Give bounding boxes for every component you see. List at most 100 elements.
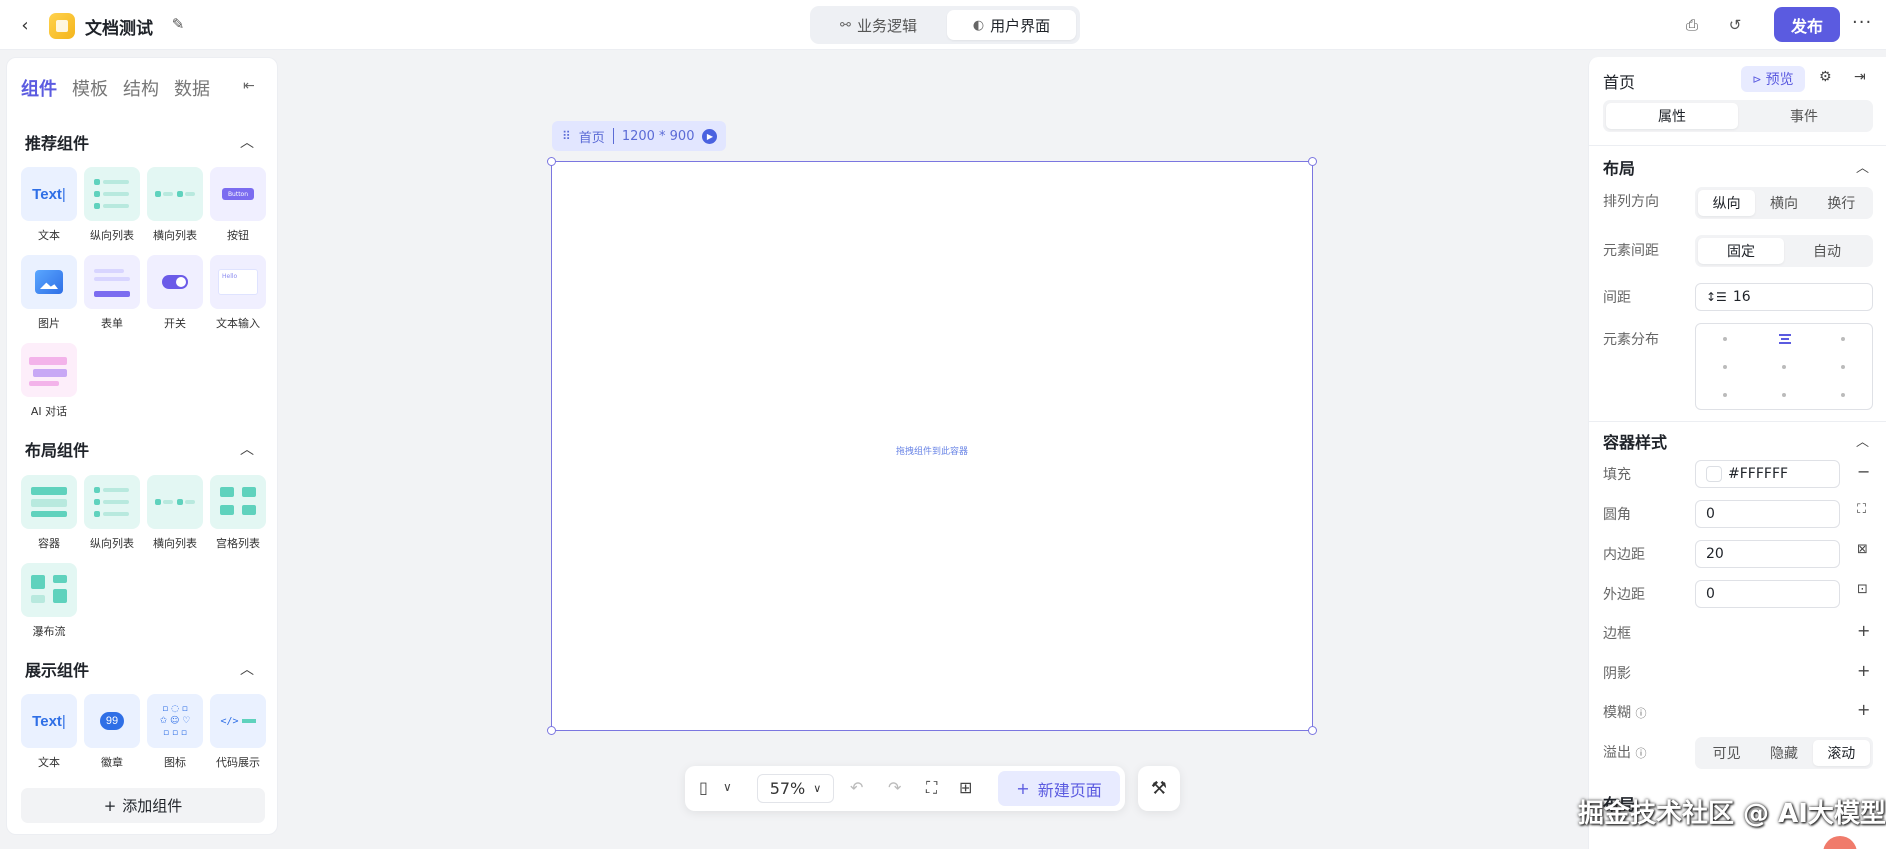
section-recommended-title: 推荐组件 <box>25 134 90 153</box>
distribution-grid[interactable] <box>1695 323 1873 410</box>
tab-templates[interactable]: 模板 <box>72 75 108 101</box>
direction-wrap[interactable]: 换行 <box>1813 190 1870 216</box>
edit-title-icon[interactable]: ✎ <box>168 14 188 34</box>
padding-sides-icon[interactable]: ⊠ <box>1857 542 1868 557</box>
new-page-button[interactable]: + 新建页面 <box>998 771 1120 806</box>
component-button[interactable]: Button 按钮 <box>210 167 266 243</box>
component-icon[interactable]: ▫ ◌ ▫ ✩ ☺ ♡ ▫ ▫ ▫ 图标 <box>147 694 203 770</box>
zoom-select[interactable]: 57% ∨ <box>757 774 834 803</box>
component-layout-horizontal-list[interactable]: 横向列表 <box>147 475 203 551</box>
history-icon[interactable]: ↺ <box>1724 14 1746 36</box>
frame-name: 首页 <box>578 130 605 146</box>
undo-icon[interactable]: ↶ <box>850 778 863 797</box>
more-icon[interactable]: ··· <box>1852 12 1872 33</box>
fill-color-input[interactable]: #FFFFFF <box>1695 460 1840 488</box>
add-blur-icon[interactable]: + <box>1857 700 1870 719</box>
padding-input[interactable]: 20 <box>1695 540 1840 568</box>
tab-business-logic[interactable]: ⚯ 业务逻辑 <box>814 10 943 40</box>
chevron-up-icon[interactable]: ︿ <box>1856 431 1869 450</box>
add-component-button[interactable]: + 添加组件 <box>21 788 265 823</box>
button-thumb-icon: Button <box>210 167 266 221</box>
publish-button[interactable]: 发布 <box>1774 7 1840 42</box>
component-ai-chat[interactable]: AI 对话 <box>21 343 77 419</box>
distribution-label: 元素分布 <box>1603 332 1659 348</box>
direction-horizontal[interactable]: 横向 <box>1755 190 1812 216</box>
info-icon[interactable]: ⓘ <box>1635 707 1646 720</box>
tab-events[interactable]: 事件 <box>1738 103 1870 129</box>
grid-view-icon[interactable]: ⊞ <box>959 778 972 797</box>
fit-screen-icon[interactable]: ⛶ <box>926 778 937 798</box>
spacing-fixed[interactable]: 固定 <box>1698 238 1784 264</box>
preview-button[interactable]: ⊳ 预览 <box>1741 66 1805 92</box>
tab-user-interface[interactable]: ◐ 用户界面 <box>947 10 1076 40</box>
container-style-title: 容器样式 <box>1603 433 1668 452</box>
chevron-up-icon[interactable]: ︿ <box>240 439 254 459</box>
mouse-pointer-icon[interactable]: ▯ <box>699 778 708 797</box>
resize-handle[interactable] <box>547 157 556 166</box>
padding-label: 内边距 <box>1603 547 1645 563</box>
tab-structure[interactable]: 结构 <box>123 75 159 101</box>
component-badge[interactable]: 99 徽章 <box>84 694 140 770</box>
tab-properties[interactable]: 属性 <box>1606 103 1738 129</box>
resize-handle[interactable] <box>1308 157 1317 166</box>
component-waterfall[interactable]: 瀑布流 <box>21 563 77 639</box>
property-panel: 首页 ⊳ 预览 ⚙ ⇥ 属性 事件 布局 ︿ 排列方向 纵向 横向 换行 元素间… <box>1588 57 1886 849</box>
drag-handle-icon[interactable]: ⠿ <box>562 129 571 143</box>
chevron-up-icon[interactable]: ︿ <box>240 132 254 152</box>
tab-components[interactable]: 组件 <box>21 75 57 101</box>
component-horizontal-list[interactable]: 横向列表 <box>147 167 203 243</box>
radius-input[interactable]: 0 <box>1695 500 1840 528</box>
top-bar: ‹ 文档测试 ✎ ⚯ 业务逻辑 ◐ 用户界面 ⎙ ↺ 发布 ··· <box>0 0 1886 50</box>
play-icon[interactable]: ▶ <box>702 128 718 144</box>
section-layout-title: 布局组件 <box>25 441 90 460</box>
component-text-input[interactable]: Hello 文本输入 <box>210 255 266 331</box>
direction-vertical[interactable]: 纵向 <box>1698 190 1756 216</box>
component-form[interactable]: 表单 <box>84 255 140 331</box>
settings-icon[interactable]: ⚙ <box>1819 69 1832 85</box>
color-swatch[interactable] <box>1706 466 1722 482</box>
frame-size: 1200 * 900 <box>621 128 695 144</box>
frame-label[interactable]: ⠿ 首页 1200 * 900 ▶ <box>552 121 726 151</box>
component-switch[interactable]: 开关 <box>147 255 203 331</box>
palette-icon: ◐ <box>972 17 985 33</box>
component-layout-vertical-list[interactable]: 纵向列表 <box>84 475 140 551</box>
wrench-icon[interactable]: ⚒ <box>1138 766 1180 811</box>
add-border-icon[interactable]: + <box>1857 621 1870 640</box>
overflow-scroll[interactable]: 滚动 <box>1812 740 1870 766</box>
component-image[interactable]: 图片 <box>21 255 77 331</box>
add-shadow-icon[interactable]: + <box>1857 661 1870 680</box>
margin-sides-icon[interactable]: ⊡ <box>1857 582 1868 597</box>
corner-radius-icon[interactable]: ⛶ <box>1857 502 1866 517</box>
info-icon[interactable]: ⓘ <box>1635 747 1646 760</box>
code-icon: </> <box>210 694 266 748</box>
component-code-display[interactable]: </> 代码展示 <box>210 694 266 770</box>
mode-switch: ⚯ 业务逻辑 ◐ 用户界面 <box>810 6 1080 44</box>
chevron-up-icon[interactable]: ︿ <box>240 659 254 679</box>
save-version-icon[interactable]: ⎙ <box>1681 14 1703 36</box>
align-top-center-icon[interactable] <box>1779 334 1791 344</box>
resize-handle[interactable] <box>1308 726 1317 735</box>
component-display-text[interactable]: Text 文本 <box>21 694 77 770</box>
overflow-visible[interactable]: 可见 <box>1698 740 1755 766</box>
margin-input[interactable]: 0 <box>1695 580 1840 608</box>
component-vertical-list[interactable]: 纵向列表 <box>84 167 140 243</box>
selected-element-title: 首页 <box>1603 73 1636 92</box>
component-text[interactable]: Text 文本 <box>21 167 77 243</box>
gap-input[interactable]: ↕☰ 16 <box>1695 283 1873 311</box>
redo-icon[interactable]: ↷ <box>888 778 901 797</box>
component-container[interactable]: 容器 <box>21 475 77 551</box>
collapse-panel-icon[interactable]: ⇤ <box>243 78 255 94</box>
chevron-up-icon[interactable]: ︿ <box>1856 157 1869 176</box>
resize-handle[interactable] <box>547 726 556 735</box>
spacing-auto[interactable]: 自动 <box>1784 238 1870 264</box>
minus-icon[interactable]: − <box>1857 462 1870 481</box>
spacing-mode-selector: 固定 自动 <box>1695 235 1873 267</box>
page-frame[interactable]: 拖拽组件到此容器 <box>547 157 1317 735</box>
back-icon[interactable]: ‹ <box>14 14 36 36</box>
chevron-down-icon: ∨ <box>813 782 822 795</box>
tab-data[interactable]: 数据 <box>174 75 210 101</box>
collapse-panel-icon[interactable]: ⇥ <box>1854 69 1866 85</box>
chevron-down-icon[interactable]: ∨ <box>723 780 732 794</box>
component-grid-list[interactable]: 宫格列表 <box>210 475 266 551</box>
overflow-hidden[interactable]: 隐藏 <box>1755 740 1812 766</box>
